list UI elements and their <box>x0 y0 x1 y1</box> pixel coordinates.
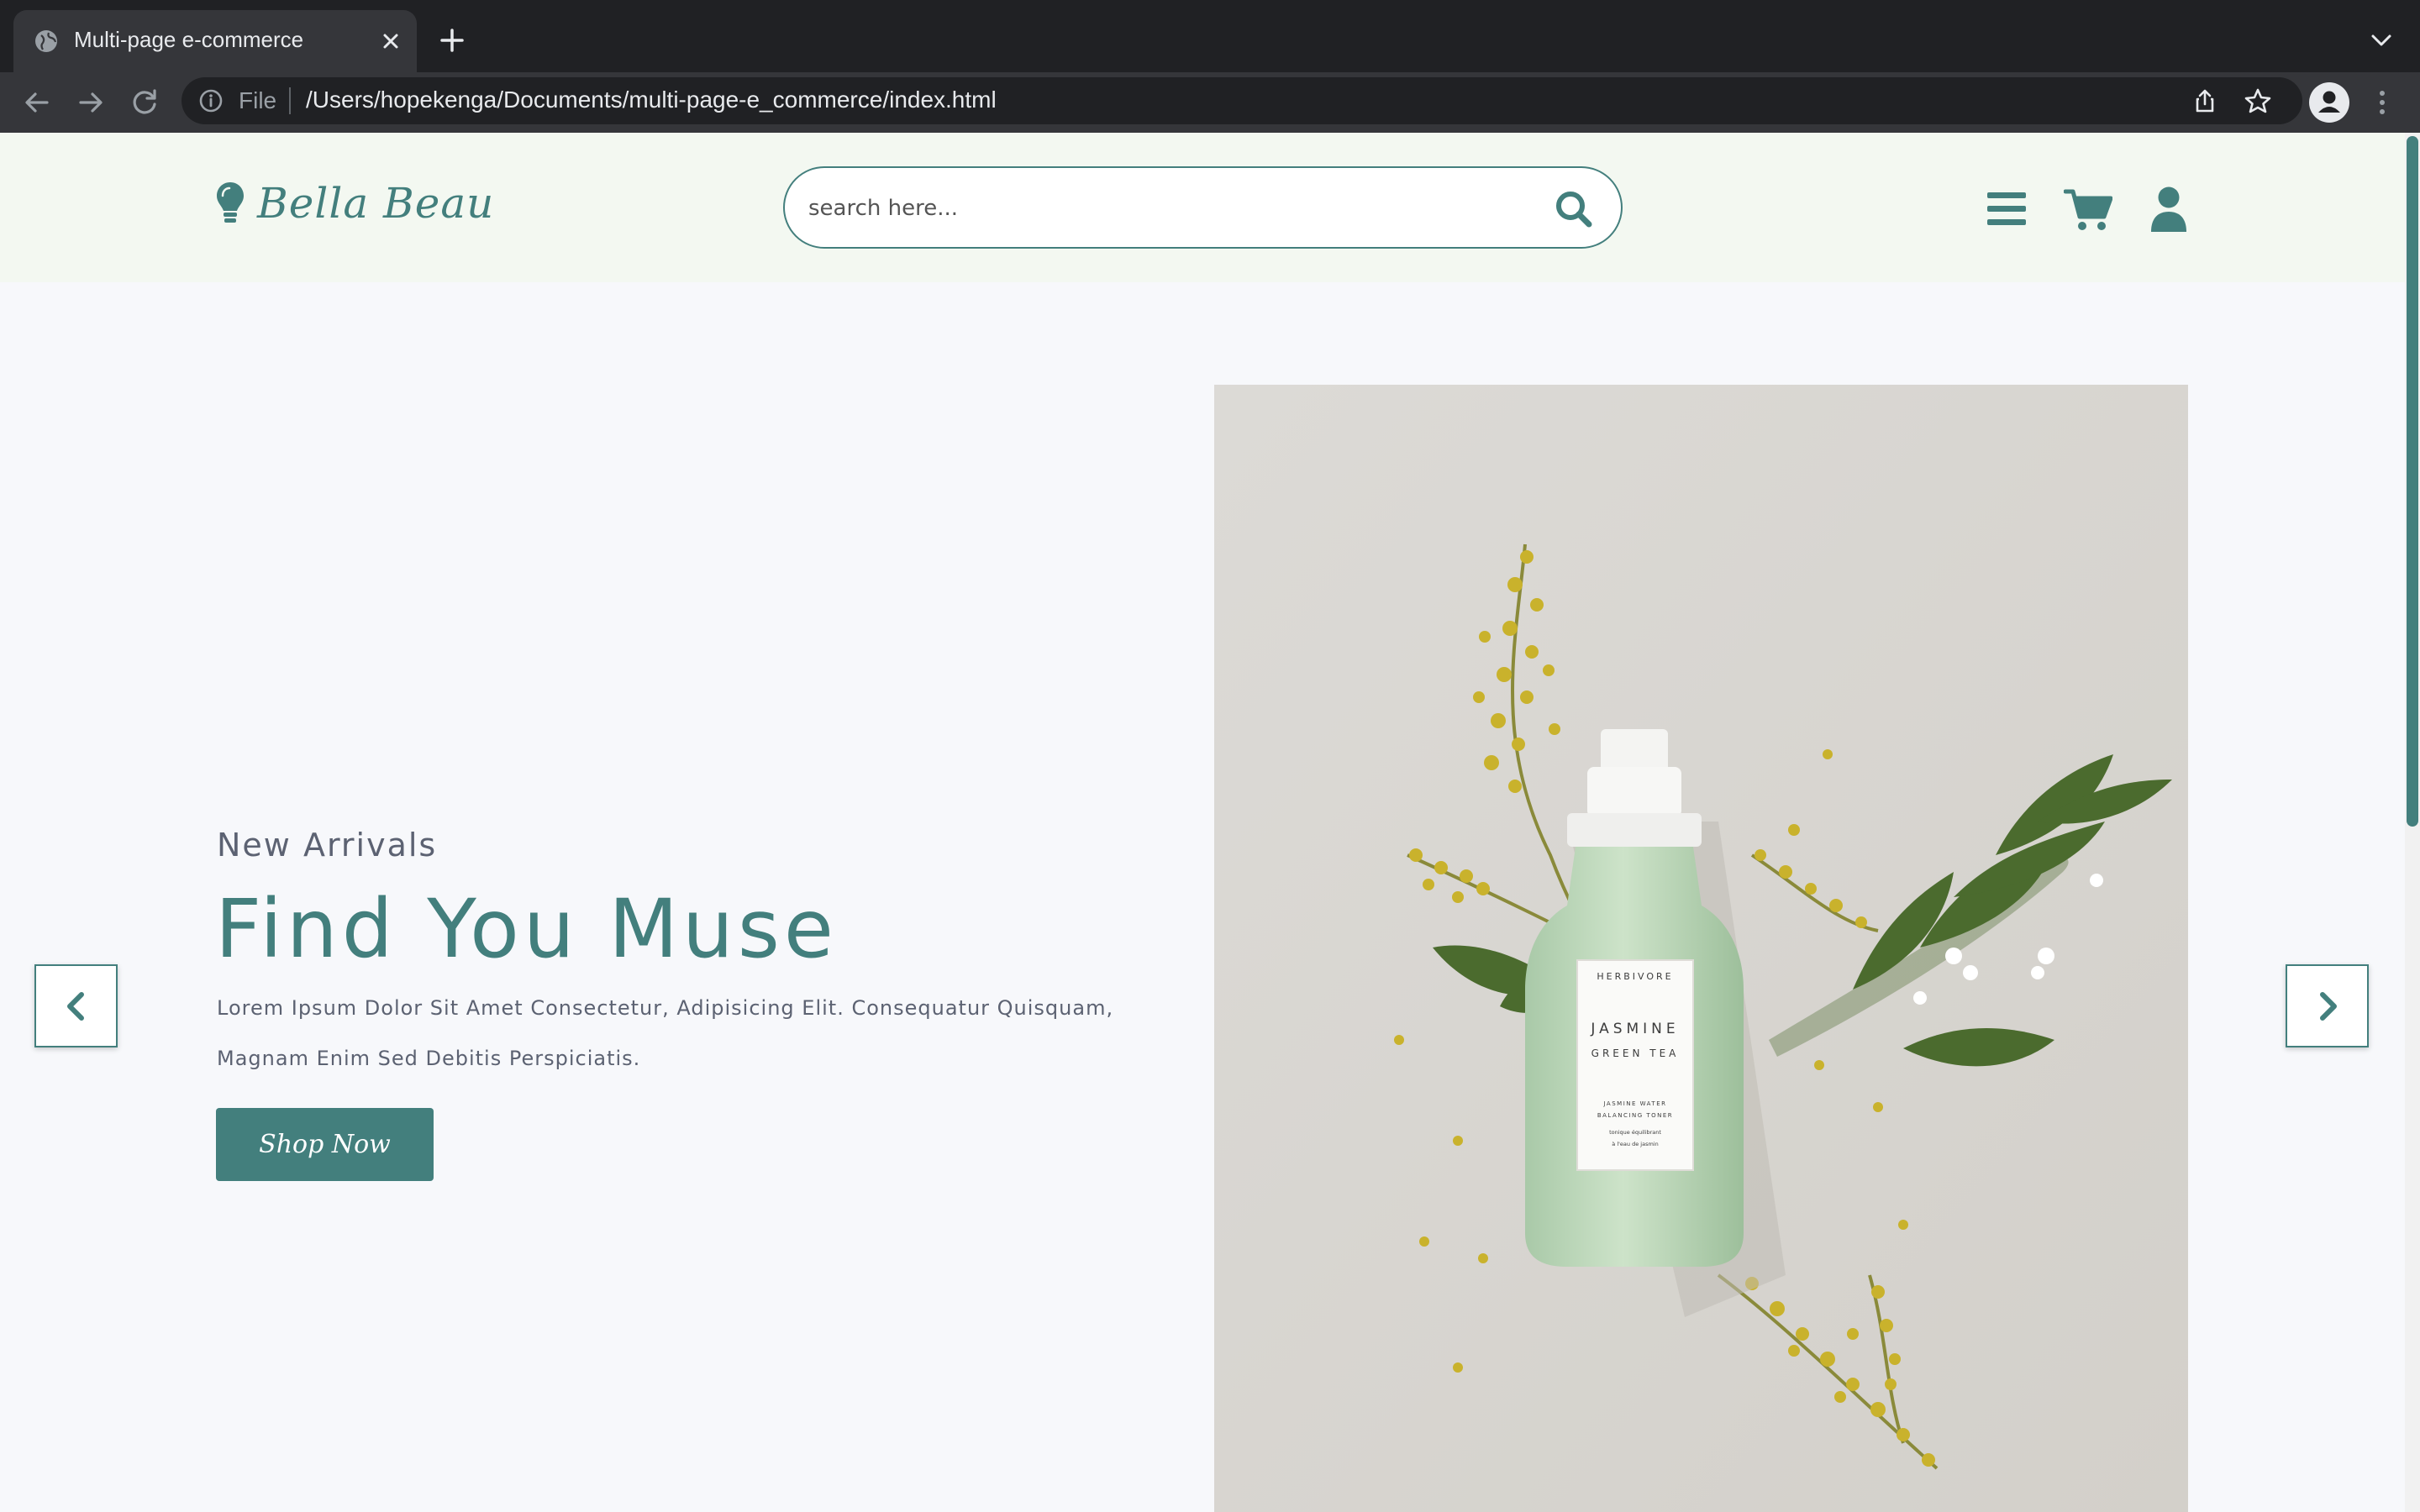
globe-icon <box>35 30 57 52</box>
toner-bottle-image: HERBIVORE JASMINE GREEN TEA JASMINE WATE… <box>1214 385 2188 1512</box>
brand-name: Bella Beau <box>257 179 495 228</box>
reload-icon[interactable] <box>126 84 163 121</box>
lightbulb-icon <box>217 182 244 223</box>
product-name-line1: JASMINE <box>1590 1021 1679 1037</box>
slider-next-button[interactable] <box>2286 964 2369 1047</box>
product-sub-line1: JASMINE WATER <box>1602 1100 1666 1107</box>
close-tab-icon[interactable] <box>376 27 405 55</box>
tab-strip: Multi-page e-commerce <box>0 0 2420 72</box>
cart-icon[interactable] <box>2064 188 2112 232</box>
search-icon[interactable] <box>1553 188 1595 230</box>
hero-product-image: HERBIVORE JASMINE GREEN TEA JASMINE WATE… <box>1214 385 2188 1512</box>
hero-description: Lorem Ipsum Dolor Sit Amet Consectetur, … <box>217 996 1114 1070</box>
back-arrow-icon[interactable] <box>18 84 55 121</box>
menu-icon[interactable] <box>1987 192 2026 227</box>
user-icon[interactable] <box>2149 186 2188 232</box>
hero-title: Find You Muse <box>215 882 838 976</box>
browser-menu-icon[interactable] <box>2371 87 2393 118</box>
product-sub-line4: à l'eau de jasmin <box>1612 1141 1658 1147</box>
share-icon[interactable] <box>2191 87 2218 114</box>
product-name-line2: GREEN TEA <box>1591 1047 1680 1059</box>
address-separator <box>289 87 291 114</box>
shop-now-button[interactable]: Shop Now <box>216 1108 434 1181</box>
new-tab-icon[interactable] <box>437 25 467 55</box>
chevron-left-icon <box>67 992 84 1021</box>
slider-prev-button[interactable] <box>34 964 118 1047</box>
forward-arrow-icon[interactable] <box>72 84 109 121</box>
product-sub-line2: BALANCING TONER <box>1597 1112 1673 1119</box>
chevron-right-icon <box>2320 992 2337 1021</box>
search-input[interactable] <box>808 188 1481 228</box>
page-viewport: Bella Beau New Arrivals Find You Muse Lo… <box>0 133 2420 1512</box>
hero-subtitle: New Arrivals <box>217 827 438 864</box>
product-sub-line3: tonique équilibrant <box>1609 1129 1661 1136</box>
browser-chrome: Multi-page e-commerce File /Users/hopeke… <box>0 0 2420 133</box>
info-icon[interactable] <box>198 88 224 113</box>
url-text[interactable]: /Users/hopekenga/Documents/multi-page-e_… <box>306 87 997 113</box>
browser-tab[interactable]: Multi-page e-commerce <box>13 10 417 72</box>
search-bar <box>783 166 1623 249</box>
person-icon <box>2318 91 2340 113</box>
tab-title: Multi-page e-commerce <box>74 27 304 52</box>
url-scheme-label: File <box>239 87 277 113</box>
tab-search-chevron-icon[interactable] <box>2368 30 2395 50</box>
site-logo[interactable]: Bella Beau <box>215 178 494 228</box>
bookmark-star-icon[interactable] <box>2244 87 2272 115</box>
scrollbar-thumb[interactable] <box>2407 136 2418 827</box>
site-header: Bella Beau <box>0 133 2420 282</box>
address-bar[interactable]: File /Users/hopekenga/Documents/multi-pa… <box>182 77 2302 124</box>
product-brand-label: HERBIVORE <box>1597 971 1673 982</box>
profile-avatar[interactable] <box>2309 82 2349 123</box>
